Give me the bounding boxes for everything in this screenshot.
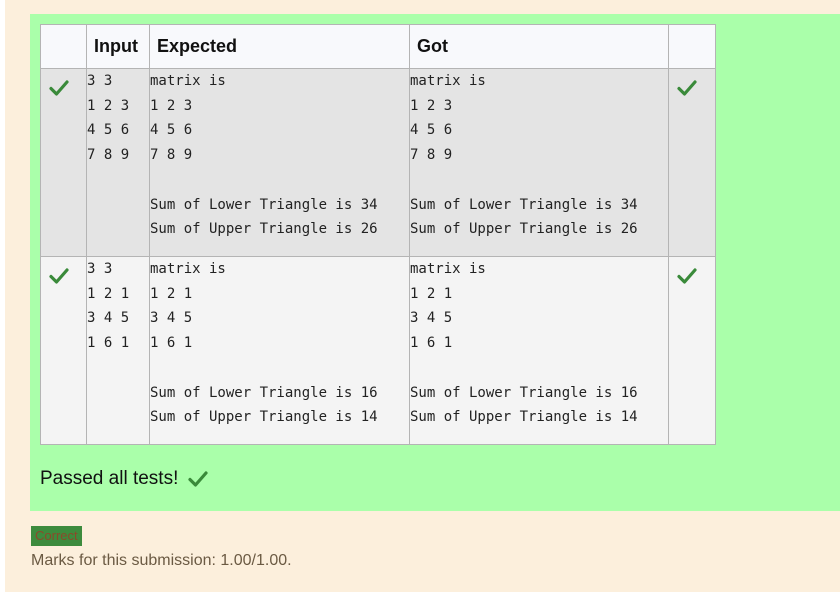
got-cell: matrix is 1 2 1 3 4 5 1 6 1 Sum of Lower… [409, 256, 669, 445]
row-result-cell [668, 256, 716, 445]
table-row: 3 3 1 2 3 4 5 6 7 8 9 matrix is 1 2 3 4 … [40, 68, 716, 257]
row-status-cell [40, 256, 87, 445]
row-result-cell [668, 68, 716, 257]
header-status [40, 24, 87, 69]
passed-all-tests-message: Passed all tests! [40, 468, 208, 490]
marks-summary: Marks for this submission: 1.00/1.00. [31, 552, 292, 569]
passed-text: Passed all tests! [40, 468, 179, 489]
row-status-cell [40, 68, 87, 257]
table-header-row: Input Expected Got [40, 24, 716, 69]
check-icon [188, 471, 208, 487]
check-icon [49, 268, 69, 284]
test-results-panel: Input Expected Got 3 3 1 2 3 4 5 6 7 8 9… [30, 14, 840, 511]
expected-cell: matrix is 1 2 3 4 5 6 7 8 9 Sum of Lower… [149, 68, 410, 257]
left-edge [0, 0, 5, 592]
input-cell: 3 3 1 2 3 4 5 6 7 8 9 [86, 68, 150, 257]
header-got: Got [409, 24, 669, 69]
check-icon [677, 80, 697, 96]
test-results-table: Input Expected Got 3 3 1 2 3 4 5 6 7 8 9… [40, 24, 716, 445]
input-cell: 3 3 1 2 1 3 4 5 1 6 1 [86, 256, 150, 445]
got-cell: matrix is 1 2 3 4 5 6 7 8 9 Sum of Lower… [409, 68, 669, 257]
header-expected: Expected [149, 24, 410, 69]
check-icon [49, 80, 69, 96]
header-input: Input [86, 24, 150, 69]
check-icon [677, 268, 697, 284]
table-row: 3 3 1 2 1 3 4 5 1 6 1 matrix is 1 2 1 3 … [40, 256, 716, 445]
expected-cell: matrix is 1 2 1 3 4 5 1 6 1 Sum of Lower… [149, 256, 410, 445]
correct-badge: Correct [31, 526, 82, 546]
header-result [668, 24, 716, 69]
